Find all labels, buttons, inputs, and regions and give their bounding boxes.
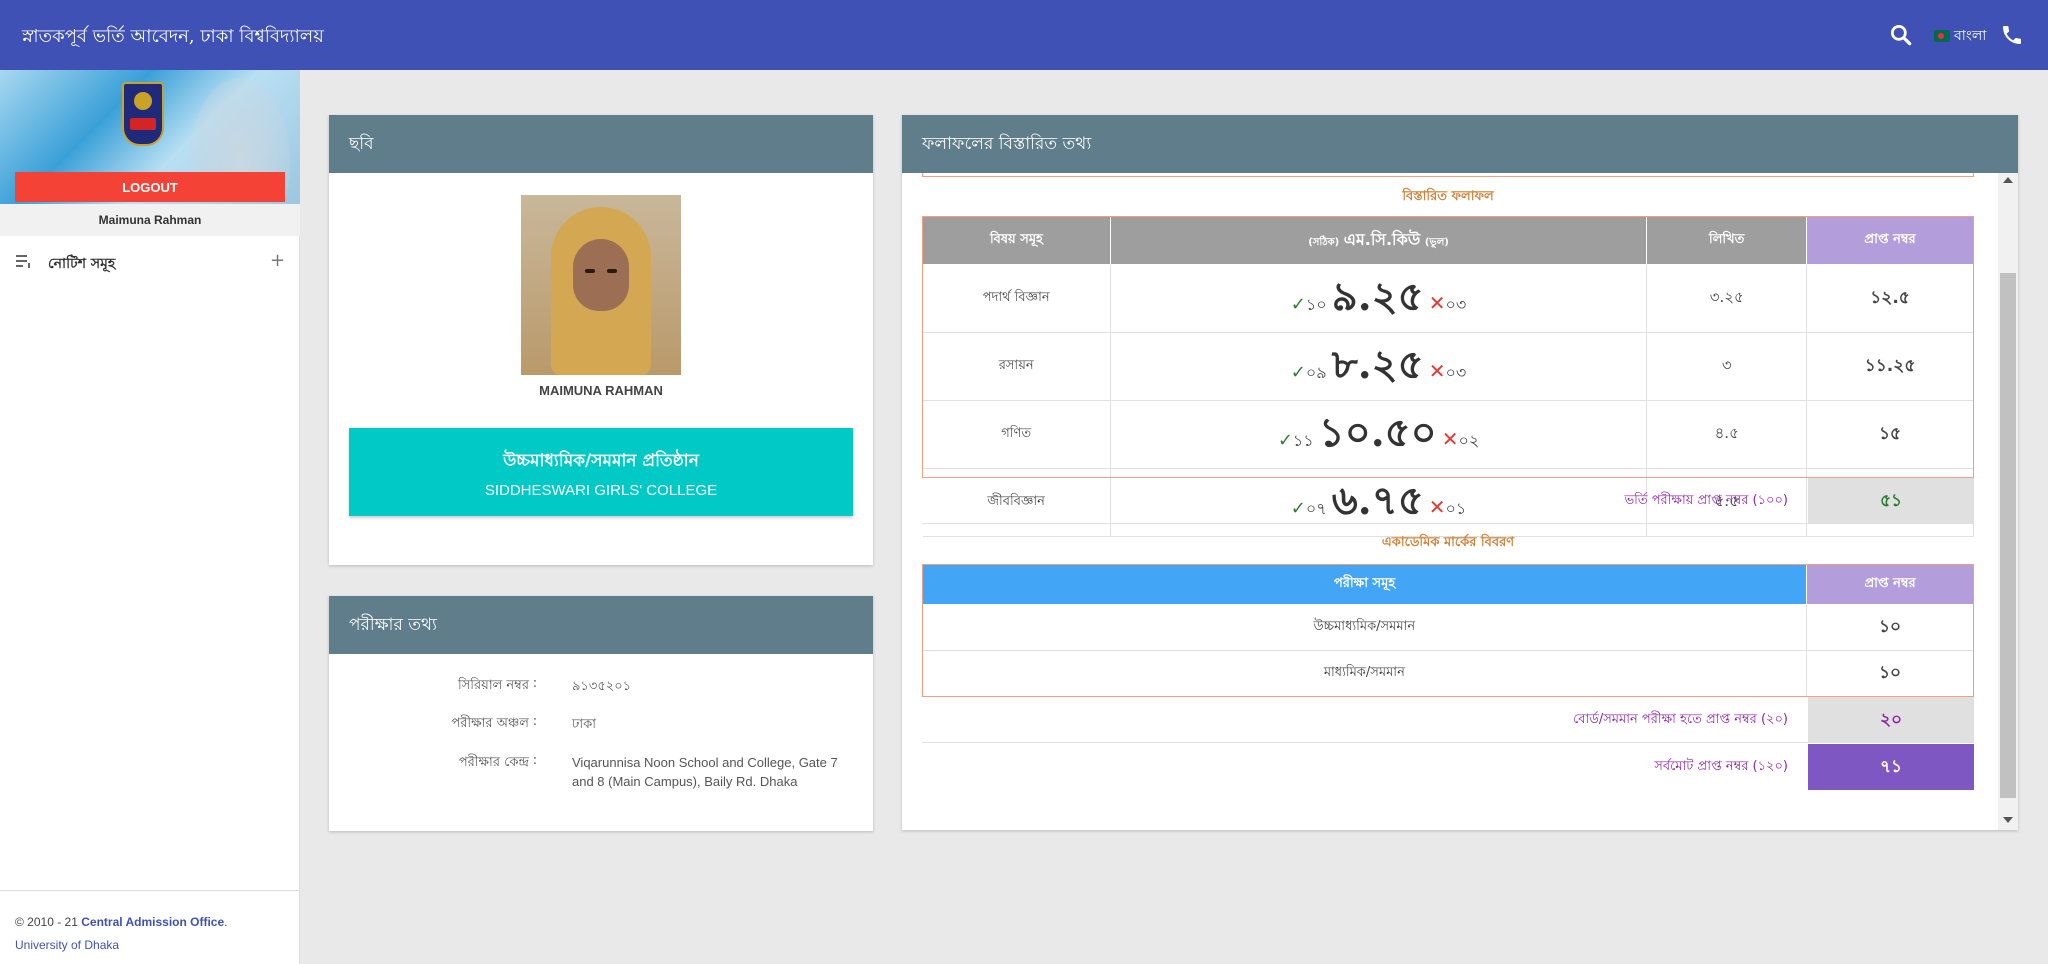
detail-result-title: বিস্তারিত ফলাফল (1402, 189, 1494, 204)
board-total-label: বোর্ড/সমমান পরীক্ষা হতে প্রাপ্ত নম্বর (২… (1572, 712, 1788, 727)
grand-total-value: ৭১ (1808, 744, 1974, 790)
photo-card: ছবি MAIMUNA RAHMAN উচ্চমাধ্যমিক/সমমান প্… (329, 115, 873, 565)
sidebar-footer: © 2010 - 21 Central Admission Office. Un… (0, 890, 300, 964)
exam-row-colon: : (532, 753, 538, 768)
academic-title: একাডেমিক মার্কের বিবরণ (1381, 535, 1515, 550)
institution-box: উচ্চমাধ্যমিক/সমমান প্রতিষ্ঠান SIDDHESWAR… (349, 428, 853, 516)
language-switch[interactable]: বাংলা (1934, 24, 1986, 48)
university-link[interactable]: University of Dhaka (15, 938, 119, 952)
menu-list-icon (16, 255, 30, 268)
scroll-cut-border (922, 173, 1974, 177)
student-photo (521, 195, 681, 375)
exam-row-colon: : (532, 714, 538, 729)
language-label: বাংলা (1954, 28, 1987, 44)
exam-row-key: পরীক্ষার কেন্দ্র (458, 755, 529, 770)
result-card-title: ফলাফলের বিস্তারিত তথ্য (902, 115, 2018, 173)
office-link[interactable]: Central Admission Office (81, 915, 224, 929)
institution-name: SIDDHESWARI GIRLS' COLLEGE (484, 482, 718, 499)
app-title: স্নাতকপূর্ব ভর্তি আবেদন, ঢাকা বিশ্ববিদ্য… (22, 26, 324, 47)
board-total-value: ২০ (1808, 697, 1974, 743)
exam-row-value: ঢাকা (572, 716, 596, 731)
sidebar-item-notices[interactable]: নোটিশ সমূহ + (0, 246, 300, 276)
exam-row-key: পরীক্ষার অঞ্চল (451, 716, 529, 731)
search-icon[interactable] (1888, 22, 1914, 48)
plus-icon[interactable]: + (270, 250, 285, 271)
sidebar: LOGOUT Maimuna Rahman নোটিশ সমূহ + © 201… (0, 70, 300, 964)
admission-total-label: ভর্তি পরীক্ষায় প্রাপ্ত নম্বর (১০০) (1624, 493, 1788, 508)
scroll-up-icon[interactable] (2003, 177, 2013, 183)
photo-card-title: ছবি (329, 115, 873, 173)
university-logo (122, 82, 164, 146)
flag-icon (1934, 30, 1950, 42)
grand-total-label: সর্বমোট প্রাপ্ত নম্বর (১২০) (1654, 759, 1788, 774)
detail-table-border (922, 216, 1974, 478)
exam-row-value: Viqarunnisa Noon School and College, Gat… (572, 755, 838, 789)
scroll-down-icon[interactable] (2003, 817, 2013, 823)
user-name: Maimuna Rahman (0, 204, 300, 236)
board-total-row: বোর্ড/সমমান পরীক্ষা হতে প্রাপ্ত নম্বর (২… (922, 697, 1974, 743)
institution-label: উচ্চমাধ্যমিক/সমমান প্রতিষ্ঠান (503, 451, 699, 471)
student-name: MAIMUNA RAHMAN (539, 383, 663, 398)
admission-total-value: ৫১ (1808, 478, 1974, 524)
grand-total-row: সর্বমোট প্রাপ্ত নম্বর (১২০) ৭১ (922, 744, 1974, 790)
footer-dot: . (224, 915, 228, 929)
exam-row-colon: : (532, 676, 538, 691)
exam-card-title: পরীক্ষার তথ্য (329, 596, 873, 654)
admission-total-row: ভর্তি পরীক্ষায় প্রাপ্ত নম্বর (১০০) ৫১ (922, 478, 1974, 524)
exam-info-card: পরীক্ষার তথ্য সিরিয়াল নম্বর : ৯১৩৫২০১ প… (329, 596, 873, 831)
exam-row-key: সিরিয়াল নম্বর (458, 678, 529, 693)
result-details-card: ফলাফলের বিস্তারিত তথ্য বিস্তারিত ফলাফল ব… (902, 115, 2018, 830)
exam-row-value: ৯১৩৫২০১ (572, 678, 632, 693)
academic-table-border (922, 564, 1974, 697)
sidebar-item-label: নোটিশ সমূহ (48, 256, 116, 272)
copyright-text: © 2010 - 21 (15, 915, 78, 929)
scrollbar-thumb[interactable] (2000, 273, 2016, 798)
result-scrollbar[interactable] (1998, 173, 2018, 830)
phone-icon[interactable] (2000, 23, 2024, 47)
logout-button[interactable]: LOGOUT (15, 172, 285, 202)
top-app-bar: স্নাতকপূর্ব ভর্তি আবেদন, ঢাকা বিশ্ববিদ্য… (0, 0, 2048, 70)
